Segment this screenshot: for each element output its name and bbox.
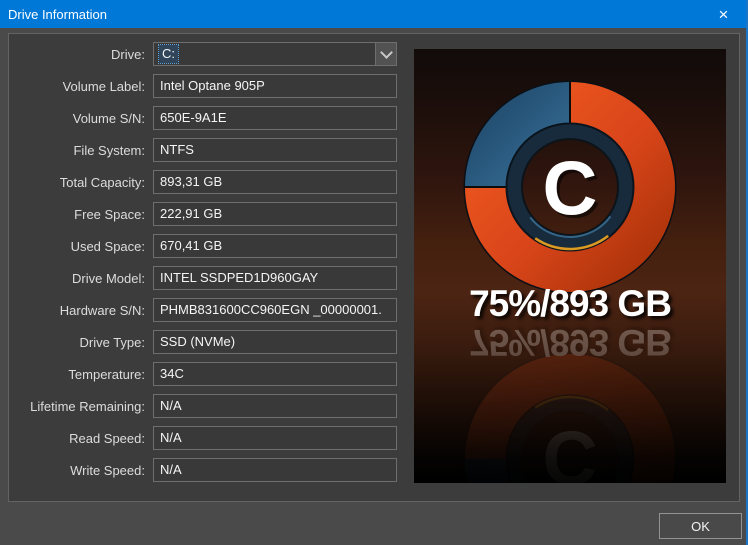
field-label: Drive:	[9, 47, 153, 62]
drive-information-dialog: Drive Information × Drive: C: Volume Lab…	[0, 0, 748, 545]
total-capacity-field[interactable]: 893,31 GB	[153, 170, 397, 194]
hardware-sn-field[interactable]: PHMB831600CC960EGN _00000001.	[153, 298, 397, 322]
field-label: Volume S/N:	[9, 111, 153, 126]
drive-letter-reflection: C	[543, 415, 598, 484]
drive-info-form: Drive: C: Volume Label: Intel Optane 905…	[9, 42, 413, 490]
form-row-temperature: Temperature: 34C	[9, 362, 413, 386]
field-label: Read Speed:	[9, 431, 153, 446]
form-row-used-space: Used Space: 670,41 GB	[9, 234, 413, 258]
drive-capacity-image: C C 75%/893 GB C	[414, 49, 726, 483]
free-space-field[interactable]: 222,91 GB	[153, 202, 397, 226]
drive-select-value: C:	[154, 43, 375, 65]
window-title: Drive Information	[0, 7, 107, 22]
read-speed-field[interactable]: N/A	[153, 426, 397, 450]
capacity-chart-stack: C C 75%/893 GB C	[414, 49, 726, 483]
field-label: Hardware S/N:	[9, 303, 153, 318]
capacity-caption: 75%/893 GB	[469, 283, 671, 325]
form-row-drive: Drive: C:	[9, 42, 413, 66]
close-button[interactable]: ×	[701, 0, 746, 28]
form-row-drive-model: Drive Model: INTEL SSDPED1D960GAY	[9, 266, 413, 290]
form-row-volume-sn: Volume S/N: 650E-9A1E	[9, 106, 413, 130]
close-icon: ×	[719, 6, 729, 23]
field-label: Free Space:	[9, 207, 153, 222]
form-row-volume-label: Volume Label: Intel Optane 905P	[9, 74, 413, 98]
field-label: Used Space:	[9, 239, 153, 254]
form-row-write-speed: Write Speed: N/A	[9, 458, 413, 482]
ok-button-label: OK	[691, 519, 710, 534]
field-label: Drive Model:	[9, 271, 153, 286]
chevron-down-icon	[380, 46, 393, 59]
field-label: Temperature:	[9, 367, 153, 382]
field-label: Write Speed:	[9, 463, 153, 478]
write-speed-field[interactable]: N/A	[153, 458, 397, 482]
form-row-free-space: Free Space: 222,91 GB	[9, 202, 413, 226]
drive-select[interactable]: C:	[153, 42, 397, 66]
drive-letter: C	[543, 147, 598, 232]
titlebar[interactable]: Drive Information ×	[0, 0, 748, 28]
field-label: Drive Type:	[9, 335, 153, 350]
form-row-hardware-sn: Hardware S/N: PHMB831600CC960EGN _000000…	[9, 298, 413, 322]
field-label: Lifetime Remaining:	[9, 399, 153, 414]
temperature-field[interactable]: 34C	[153, 362, 397, 386]
form-row-read-speed: Read Speed: N/A	[9, 426, 413, 450]
form-row-lifetime: Lifetime Remaining: N/A	[9, 394, 413, 418]
drive-model-field[interactable]: INTEL SSDPED1D960GAY	[153, 266, 397, 290]
lifetime-remaining-field[interactable]: N/A	[153, 394, 397, 418]
ok-button[interactable]: OK	[659, 513, 742, 539]
content-panel: Drive: C: Volume Label: Intel Optane 905…	[8, 33, 740, 502]
drive-select-dropdown-button[interactable]	[375, 43, 396, 65]
form-row-file-system: File System: NTFS	[9, 138, 413, 162]
capacity-caption-reflection: 75%/893 GB	[469, 321, 671, 363]
file-system-field[interactable]: NTFS	[153, 138, 397, 162]
volume-label-field[interactable]: Intel Optane 905P	[153, 74, 397, 98]
form-row-total-capacity: Total Capacity: 893,31 GB	[9, 170, 413, 194]
field-label: Total Capacity:	[9, 175, 153, 190]
used-space-field[interactable]: 670,41 GB	[153, 234, 397, 258]
capacity-donut-reflection: C	[460, 349, 680, 483]
drive-type-field[interactable]: SSD (NVMe)	[153, 330, 397, 354]
volume-sn-field[interactable]: 650E-9A1E	[153, 106, 397, 130]
field-label: Volume Label:	[9, 79, 153, 94]
capacity-donut-chart: C C	[460, 77, 680, 297]
field-label: File System:	[9, 143, 153, 158]
form-row-drive-type: Drive Type: SSD (NVMe)	[9, 330, 413, 354]
chart-reflection: C 75%/893 GB	[460, 321, 680, 483]
